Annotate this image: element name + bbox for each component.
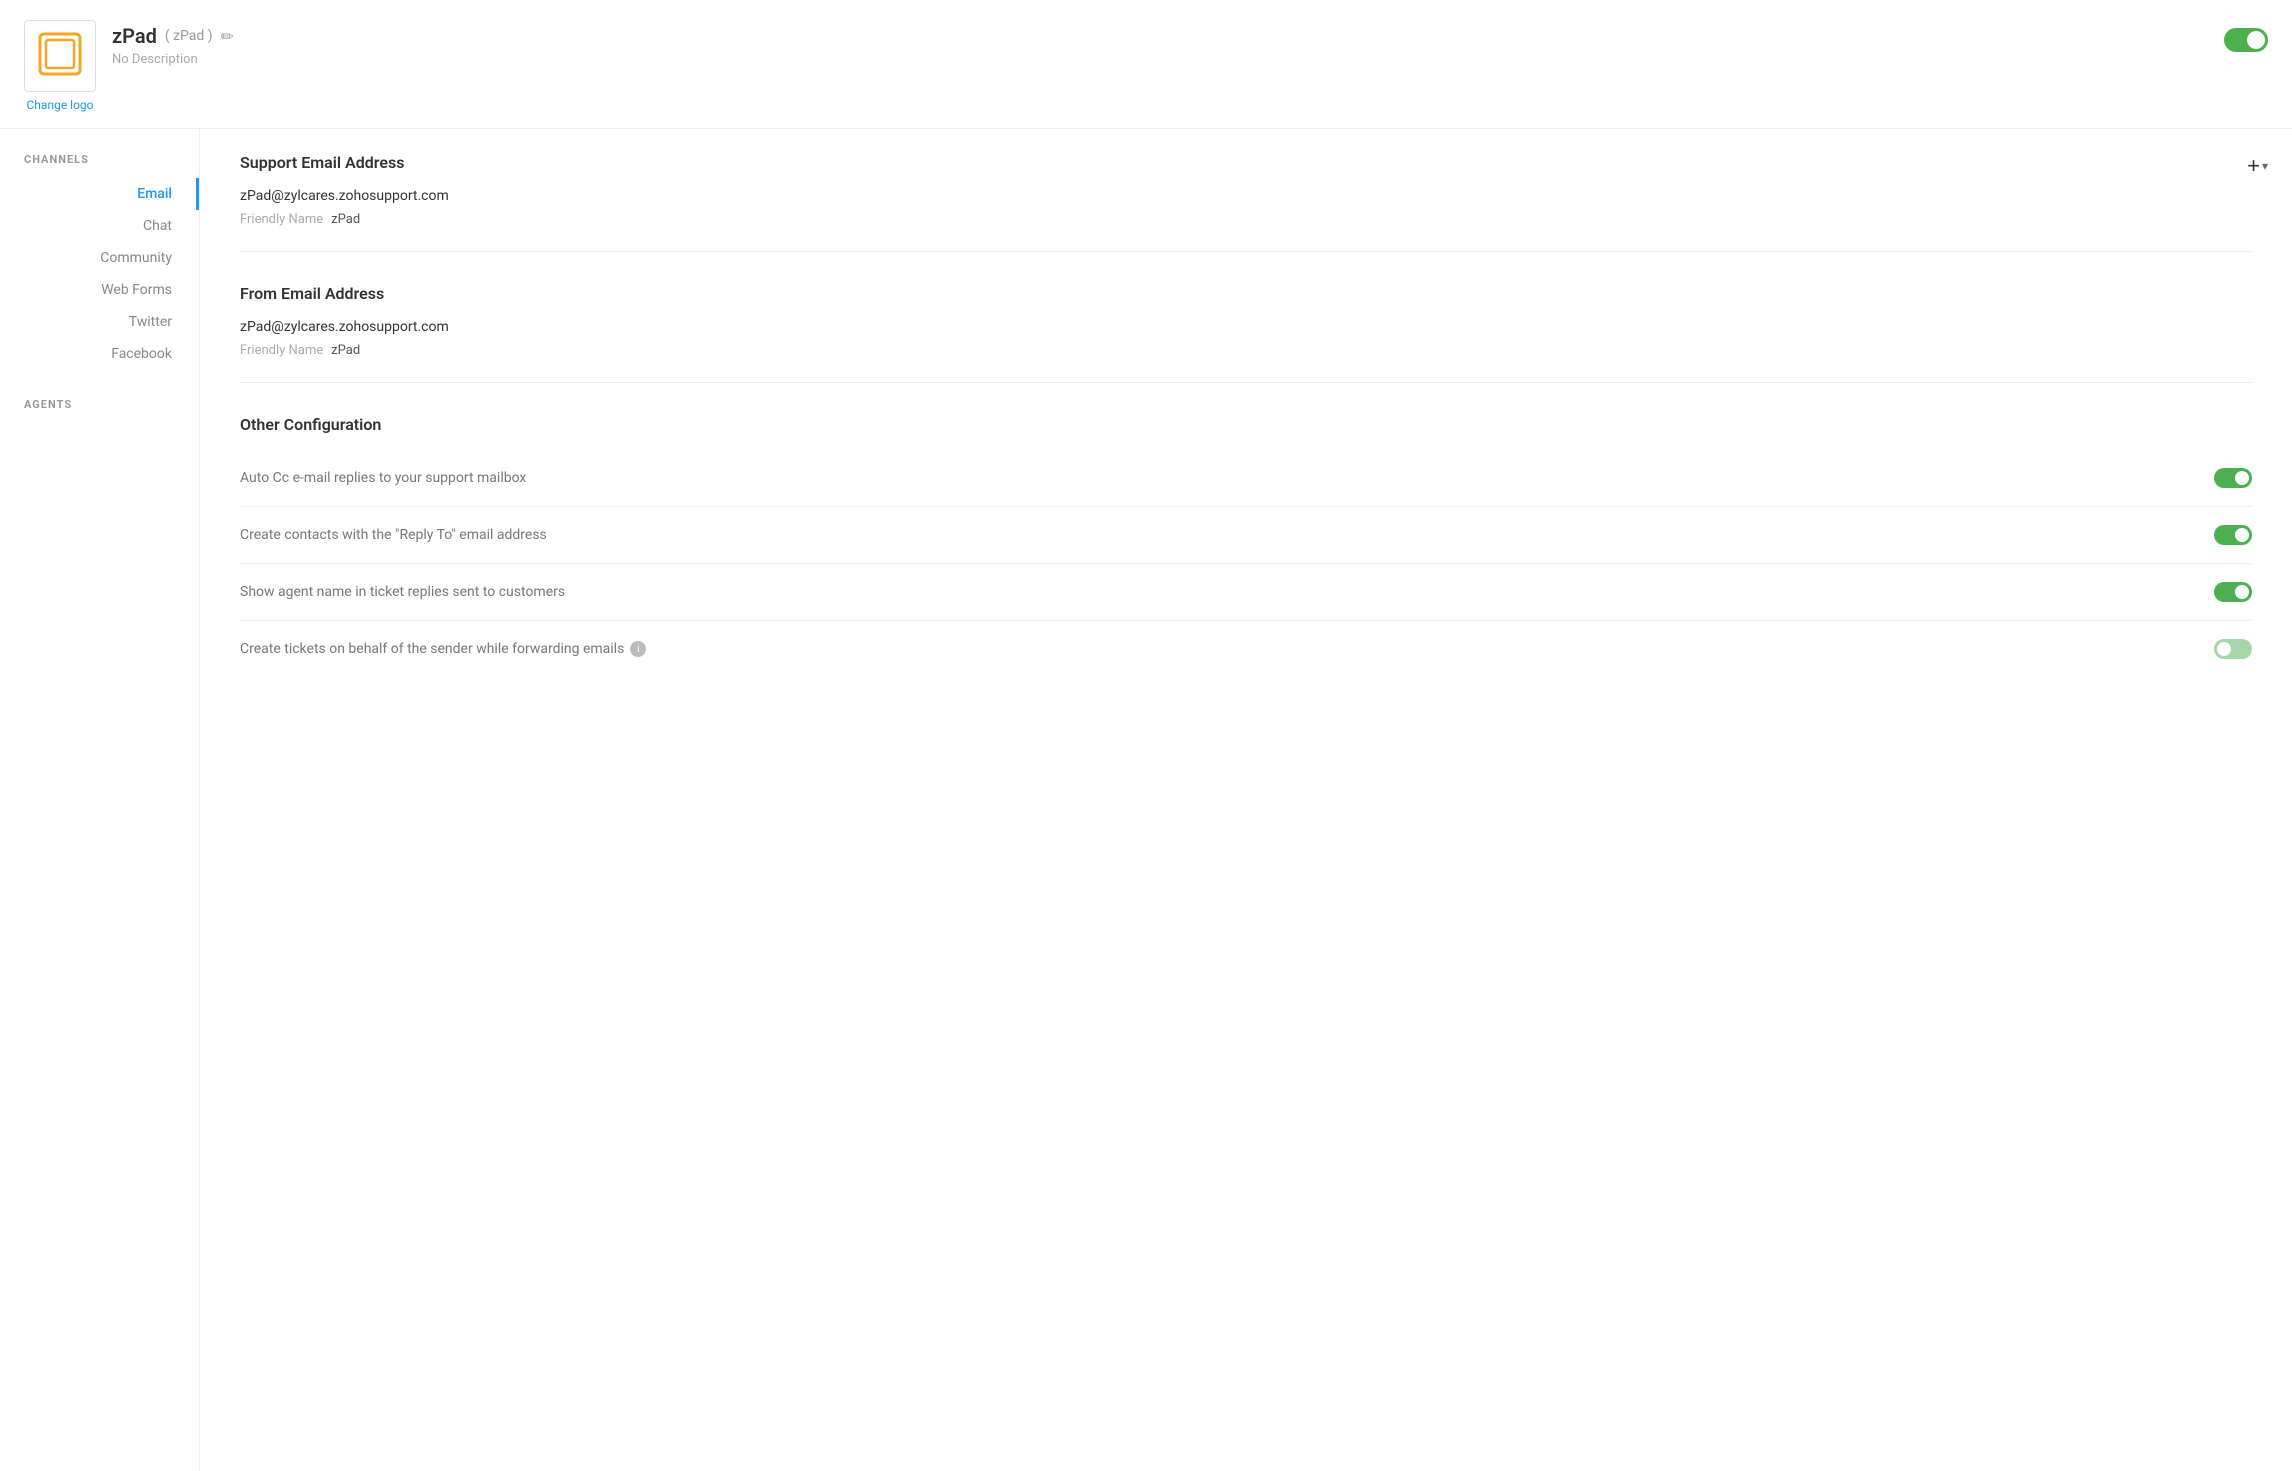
from-email-section: From Email Address zPad@zylcares.zohosup… (240, 284, 2252, 383)
content-area: + ▾ Support Email Address zPad@zylcares.… (200, 129, 2292, 1471)
sidebar-item-community[interactable]: Community (0, 242, 199, 274)
sidebar-item-facebook[interactable]: Facebook (0, 338, 199, 370)
from-email-title: From Email Address (240, 284, 2252, 303)
app-enable-toggle[interactable] (2224, 28, 2268, 52)
app-name: zPad (112, 24, 157, 48)
agents-label: AGENTS (0, 398, 199, 411)
auto-cc-toggle[interactable] (2214, 468, 2252, 488)
header: Change logo zPad ( zPad ) ✏ No Descripti… (0, 0, 2292, 129)
sidebar-item-chat[interactable]: Chat (0, 210, 199, 242)
other-config-title: Other Configuration (240, 415, 2252, 434)
edit-icon[interactable]: ✏ (221, 27, 234, 46)
app-alias: ( zPad ) (165, 28, 213, 44)
from-friendly-value: zPad (331, 343, 360, 358)
header-info: zPad ( zPad ) ✏ No Description (112, 20, 234, 67)
add-icon: + (2247, 153, 2260, 179)
show-agent-toggle[interactable] (2214, 582, 2252, 602)
auto-cc-label: Auto Cc e-mail replies to your support m… (240, 470, 526, 486)
change-logo-link[interactable]: Change logo (27, 98, 94, 112)
info-icon[interactable]: i (630, 641, 646, 657)
sidebar-item-twitter[interactable]: Twitter (0, 306, 199, 338)
from-friendly-name-row: Friendly Name zPad (240, 343, 2252, 358)
main-layout: CHANNELS Email Chat Community Web Forms … (0, 129, 2292, 1471)
support-email-title: Support Email Address (240, 153, 2252, 172)
header-title: zPad ( zPad ) ✏ (112, 24, 234, 48)
add-button[interactable]: + ▾ (2247, 153, 2268, 179)
create-contacts-label: Create contacts with the "Reply To" emai… (240, 527, 547, 543)
support-email-address: zPad@zylcares.zohosupport.com (240, 188, 2252, 204)
support-friendly-name-row: Friendly Name zPad (240, 212, 2252, 227)
other-config-section: Other Configuration Auto Cc e-mail repli… (240, 415, 2252, 701)
app-description: No Description (112, 52, 234, 67)
header-toggle[interactable] (2224, 28, 2268, 56)
config-row-create-tickets: Create tickets on behalf of the sender w… (240, 621, 2252, 677)
create-contacts-toggle[interactable] (2214, 525, 2252, 545)
channels-label: CHANNELS (0, 153, 199, 166)
sidebar-item-email[interactable]: Email (0, 178, 199, 210)
sidebar: CHANNELS Email Chat Community Web Forms … (0, 129, 200, 1471)
app-logo-icon (36, 30, 84, 82)
chevron-down-icon: ▾ (2262, 159, 2268, 173)
from-email-address: zPad@zylcares.zohosupport.com (240, 319, 2252, 335)
logo-container: Change logo (24, 20, 96, 112)
support-email-section: Support Email Address zPad@zylcares.zoho… (240, 153, 2252, 252)
logo-box (24, 20, 96, 92)
create-tickets-label: Create tickets on behalf of the sender w… (240, 641, 646, 657)
create-tickets-toggle[interactable] (2214, 639, 2252, 659)
from-friendly-label: Friendly Name (240, 343, 323, 358)
config-row-create-contacts: Create contacts with the "Reply To" emai… (240, 507, 2252, 564)
sidebar-item-web-forms[interactable]: Web Forms (0, 274, 199, 306)
config-row-auto-cc: Auto Cc e-mail replies to your support m… (240, 450, 2252, 507)
config-row-show-agent: Show agent name in ticket replies sent t… (240, 564, 2252, 621)
support-friendly-label: Friendly Name (240, 212, 323, 227)
agents-section: AGENTS (0, 398, 199, 411)
show-agent-label: Show agent name in ticket replies sent t… (240, 584, 565, 600)
support-friendly-value: zPad (331, 212, 360, 227)
